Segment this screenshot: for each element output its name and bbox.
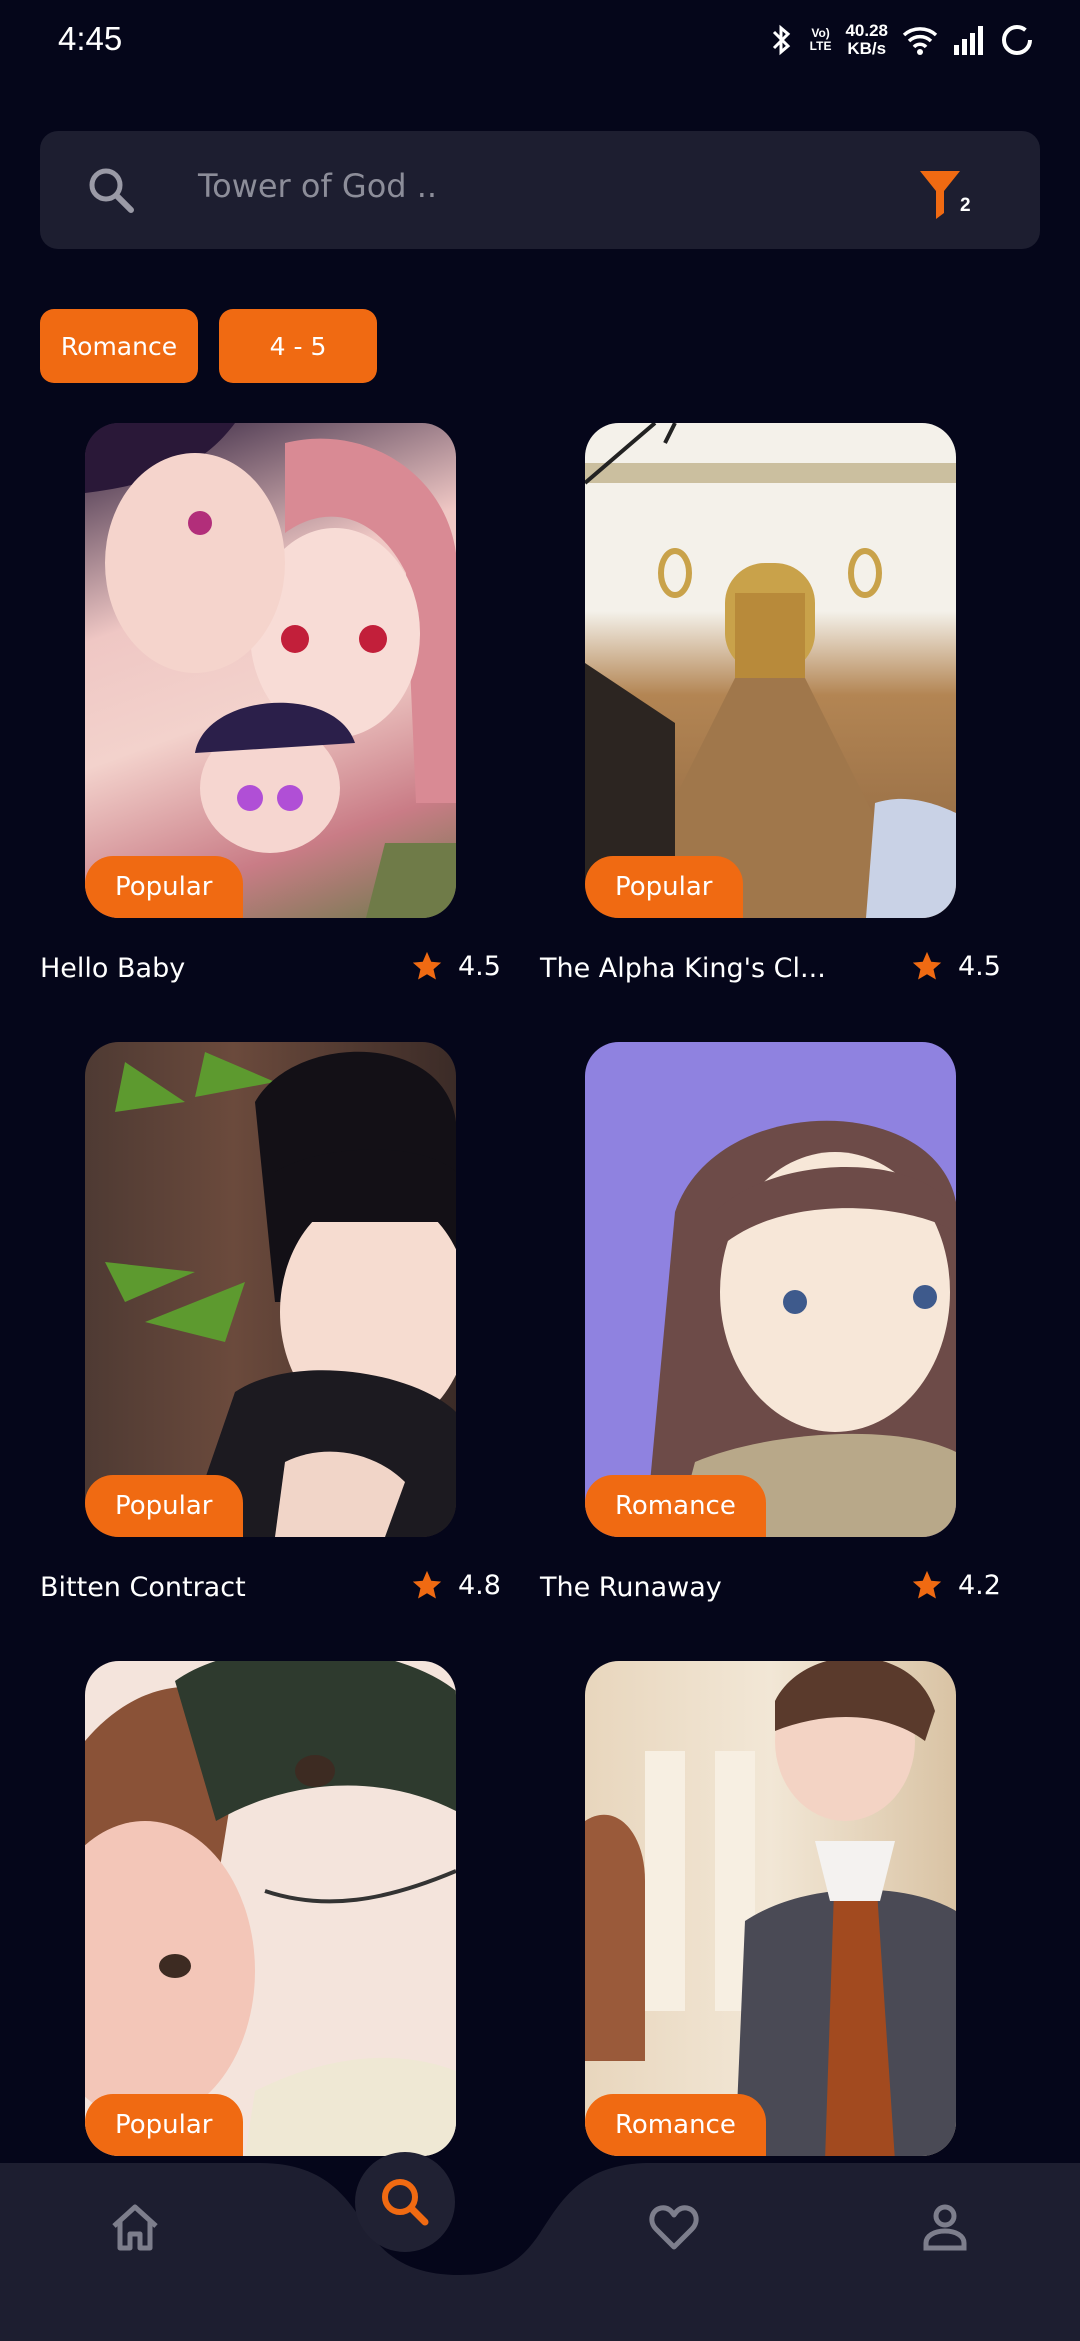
cover-art xyxy=(645,1120,956,1537)
star-icon xyxy=(912,1570,942,1599)
star-icon xyxy=(912,951,942,980)
filter-count-badge: 2 xyxy=(960,195,971,216)
wifi-icon xyxy=(902,27,938,55)
filter-chip-rating[interactable]: 4 - 5 xyxy=(219,309,377,383)
star-icon xyxy=(412,951,442,980)
network-type: Vo) LTE xyxy=(809,26,832,53)
search-icon xyxy=(382,2179,429,2226)
comic-card[interactable]: Popular The Alpha King's Cl... 4.5 xyxy=(540,423,1040,984)
cover-art xyxy=(105,1051,456,1537)
comic-cover[interactable]: Popular xyxy=(585,423,956,918)
comic-card[interactable]: Romance xyxy=(540,1661,1040,2221)
comic-tag: Romance xyxy=(585,2094,766,2156)
bluetooth-icon xyxy=(772,24,790,56)
comic-cover[interactable]: Romance xyxy=(585,1661,956,2156)
comic-tag: Popular xyxy=(85,2094,243,2156)
comic-tag: Popular xyxy=(585,856,743,918)
status-time: 4:45 xyxy=(58,20,123,57)
cover-art xyxy=(85,1661,456,2156)
cover-art xyxy=(85,423,456,918)
heart-icon[interactable] xyxy=(647,2200,701,2254)
comic-title[interactable]: The Alpha King's Cl... xyxy=(540,953,826,984)
network-speed: 40.28 KB/s xyxy=(845,21,888,58)
comic-title[interactable]: Bitten Contract xyxy=(40,1572,246,1603)
active-filters: Romance 4 - 5 xyxy=(40,309,377,383)
cover-art xyxy=(585,1661,956,2156)
filter-chip-genre[interactable]: Romance xyxy=(40,309,198,383)
comic-cover[interactable]: Popular xyxy=(85,1042,456,1537)
profile-icon[interactable] xyxy=(918,2200,972,2254)
comic-cover[interactable]: Popular xyxy=(85,1661,456,2156)
comic-card[interactable]: Romance The Runaway 4.2 xyxy=(540,1042,1040,1603)
comic-title[interactable]: Hello Baby xyxy=(40,953,185,984)
comic-cover[interactable]: Romance xyxy=(585,1042,956,1537)
battery-saver-icon xyxy=(1002,25,1032,55)
comic-rating: 4.8 xyxy=(410,1568,501,1602)
comic-card[interactable]: Popular Bitten Contract 4.8 xyxy=(40,1042,540,1603)
comic-tag: Romance xyxy=(585,1475,766,1537)
home-icon[interactable] xyxy=(108,2200,162,2254)
comic-card[interactable]: Popular xyxy=(40,1661,540,2221)
comic-cover[interactable]: Popular xyxy=(85,423,456,918)
comic-rating: 4.5 xyxy=(910,949,1001,983)
status-icons: Vo) LTE 40.28 KB/s xyxy=(766,18,1034,62)
search-bar[interactable]: Tower of God .. 2 xyxy=(40,131,1040,249)
comic-rating: 4.5 xyxy=(410,949,501,983)
search-icon xyxy=(89,168,134,213)
comic-tag: Popular xyxy=(85,856,243,918)
comic-title[interactable]: The Runaway xyxy=(540,1572,722,1603)
search-input[interactable]: Tower of God .. xyxy=(198,167,437,205)
comic-tag: Popular xyxy=(85,1475,243,1537)
search-nav-button[interactable] xyxy=(355,2152,455,2252)
comic-rating: 4.2 xyxy=(910,1568,1001,1602)
status-bar: 4:45 Vo) LTE 40.28 KB/s xyxy=(0,0,1080,80)
signal-icon xyxy=(954,26,983,55)
star-icon xyxy=(412,1570,442,1599)
comic-card[interactable]: Popular Hello Baby 4.5 xyxy=(40,423,540,984)
cover-art xyxy=(585,423,956,918)
